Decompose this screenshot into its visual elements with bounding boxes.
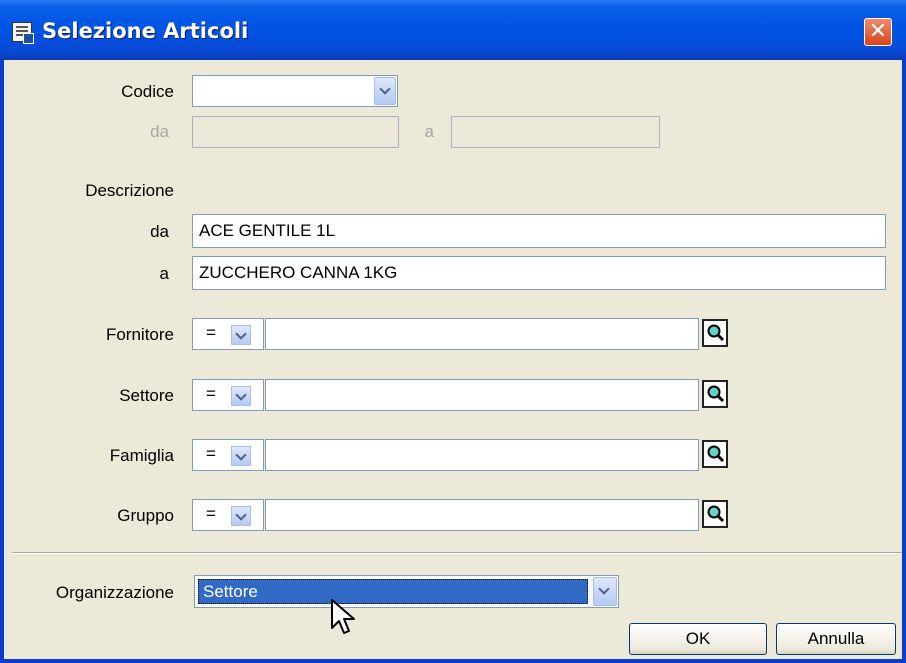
annulla-button[interactable]: Annulla [776,623,896,655]
chevron-down-icon[interactable] [231,325,251,345]
descrizione-da-field[interactable]: ACE GENTILE 1L [192,214,886,248]
settore-operator-value: = [206,384,216,403]
famiglia-label: Famiglia [109,446,174,465]
codice-da-label: da [150,122,169,141]
chevron-down-icon[interactable] [231,446,251,466]
dialog-window: Selezione Articoli ✕ Codice da a Descriz… [0,0,906,663]
gruppo-field[interactable] [265,499,699,531]
codice-combo[interactable] [192,75,398,107]
fornitore-operator-value: = [206,323,216,342]
gruppo-operator-combo[interactable]: = [192,499,264,531]
title-bar[interactable]: Selezione Articoli ✕ [0,0,906,60]
mouse-pointer-icon [331,599,355,634]
organizzazione-selected-value: Settore [198,579,588,604]
descrizione-a-value: ZUCCHERO CANNA 1KG [199,263,398,282]
window-title: Selezione Articoli [42,19,249,43]
organizzazione-label: Organizzazione [55,583,174,602]
settore-lookup-button[interactable] [702,380,728,408]
chevron-down-icon[interactable] [374,77,396,105]
settore-field[interactable] [265,379,699,411]
chevron-down-icon[interactable] [593,577,617,606]
ok-button[interactable]: OK [629,623,767,655]
codice-a-label: a [424,122,434,141]
famiglia-lookup-button[interactable] [702,440,728,468]
fornitore-lookup-button[interactable] [702,319,728,347]
gruppo-label: Gruppo [117,506,174,525]
famiglia-field[interactable] [265,439,699,471]
gruppo-operator-value: = [206,504,216,523]
magnifier-icon [707,385,725,403]
descrizione-label: Descrizione [85,181,174,200]
chevron-down-icon[interactable] [231,506,251,526]
descrizione-da-label: da [150,222,169,241]
codice-da-field [192,116,399,148]
magnifier-icon [707,505,725,523]
codice-a-field [451,116,660,148]
fornitore-label: Fornitore [105,325,174,344]
settore-operator-combo[interactable]: = [192,379,264,411]
document-window-icon [12,22,34,44]
gruppo-lookup-button[interactable] [702,500,728,528]
famiglia-operator-combo[interactable]: = [192,439,264,471]
separator [12,552,902,554]
organizzazione-combo[interactable]: Settore [194,575,619,608]
famiglia-operator-value: = [206,444,216,463]
descrizione-a-label: a [159,264,169,283]
codice-label: Codice [121,82,174,101]
descrizione-a-field[interactable]: ZUCCHERO CANNA 1KG [192,256,886,290]
settore-label: Settore [119,386,174,405]
descrizione-da-value: ACE GENTILE 1L [199,221,336,240]
fornitore-operator-combo[interactable]: = [192,318,264,350]
close-button[interactable]: ✕ [864,18,892,46]
magnifier-icon [707,324,725,342]
magnifier-icon [707,445,725,463]
chevron-down-icon[interactable] [231,386,251,406]
fornitore-field[interactable] [265,318,699,350]
